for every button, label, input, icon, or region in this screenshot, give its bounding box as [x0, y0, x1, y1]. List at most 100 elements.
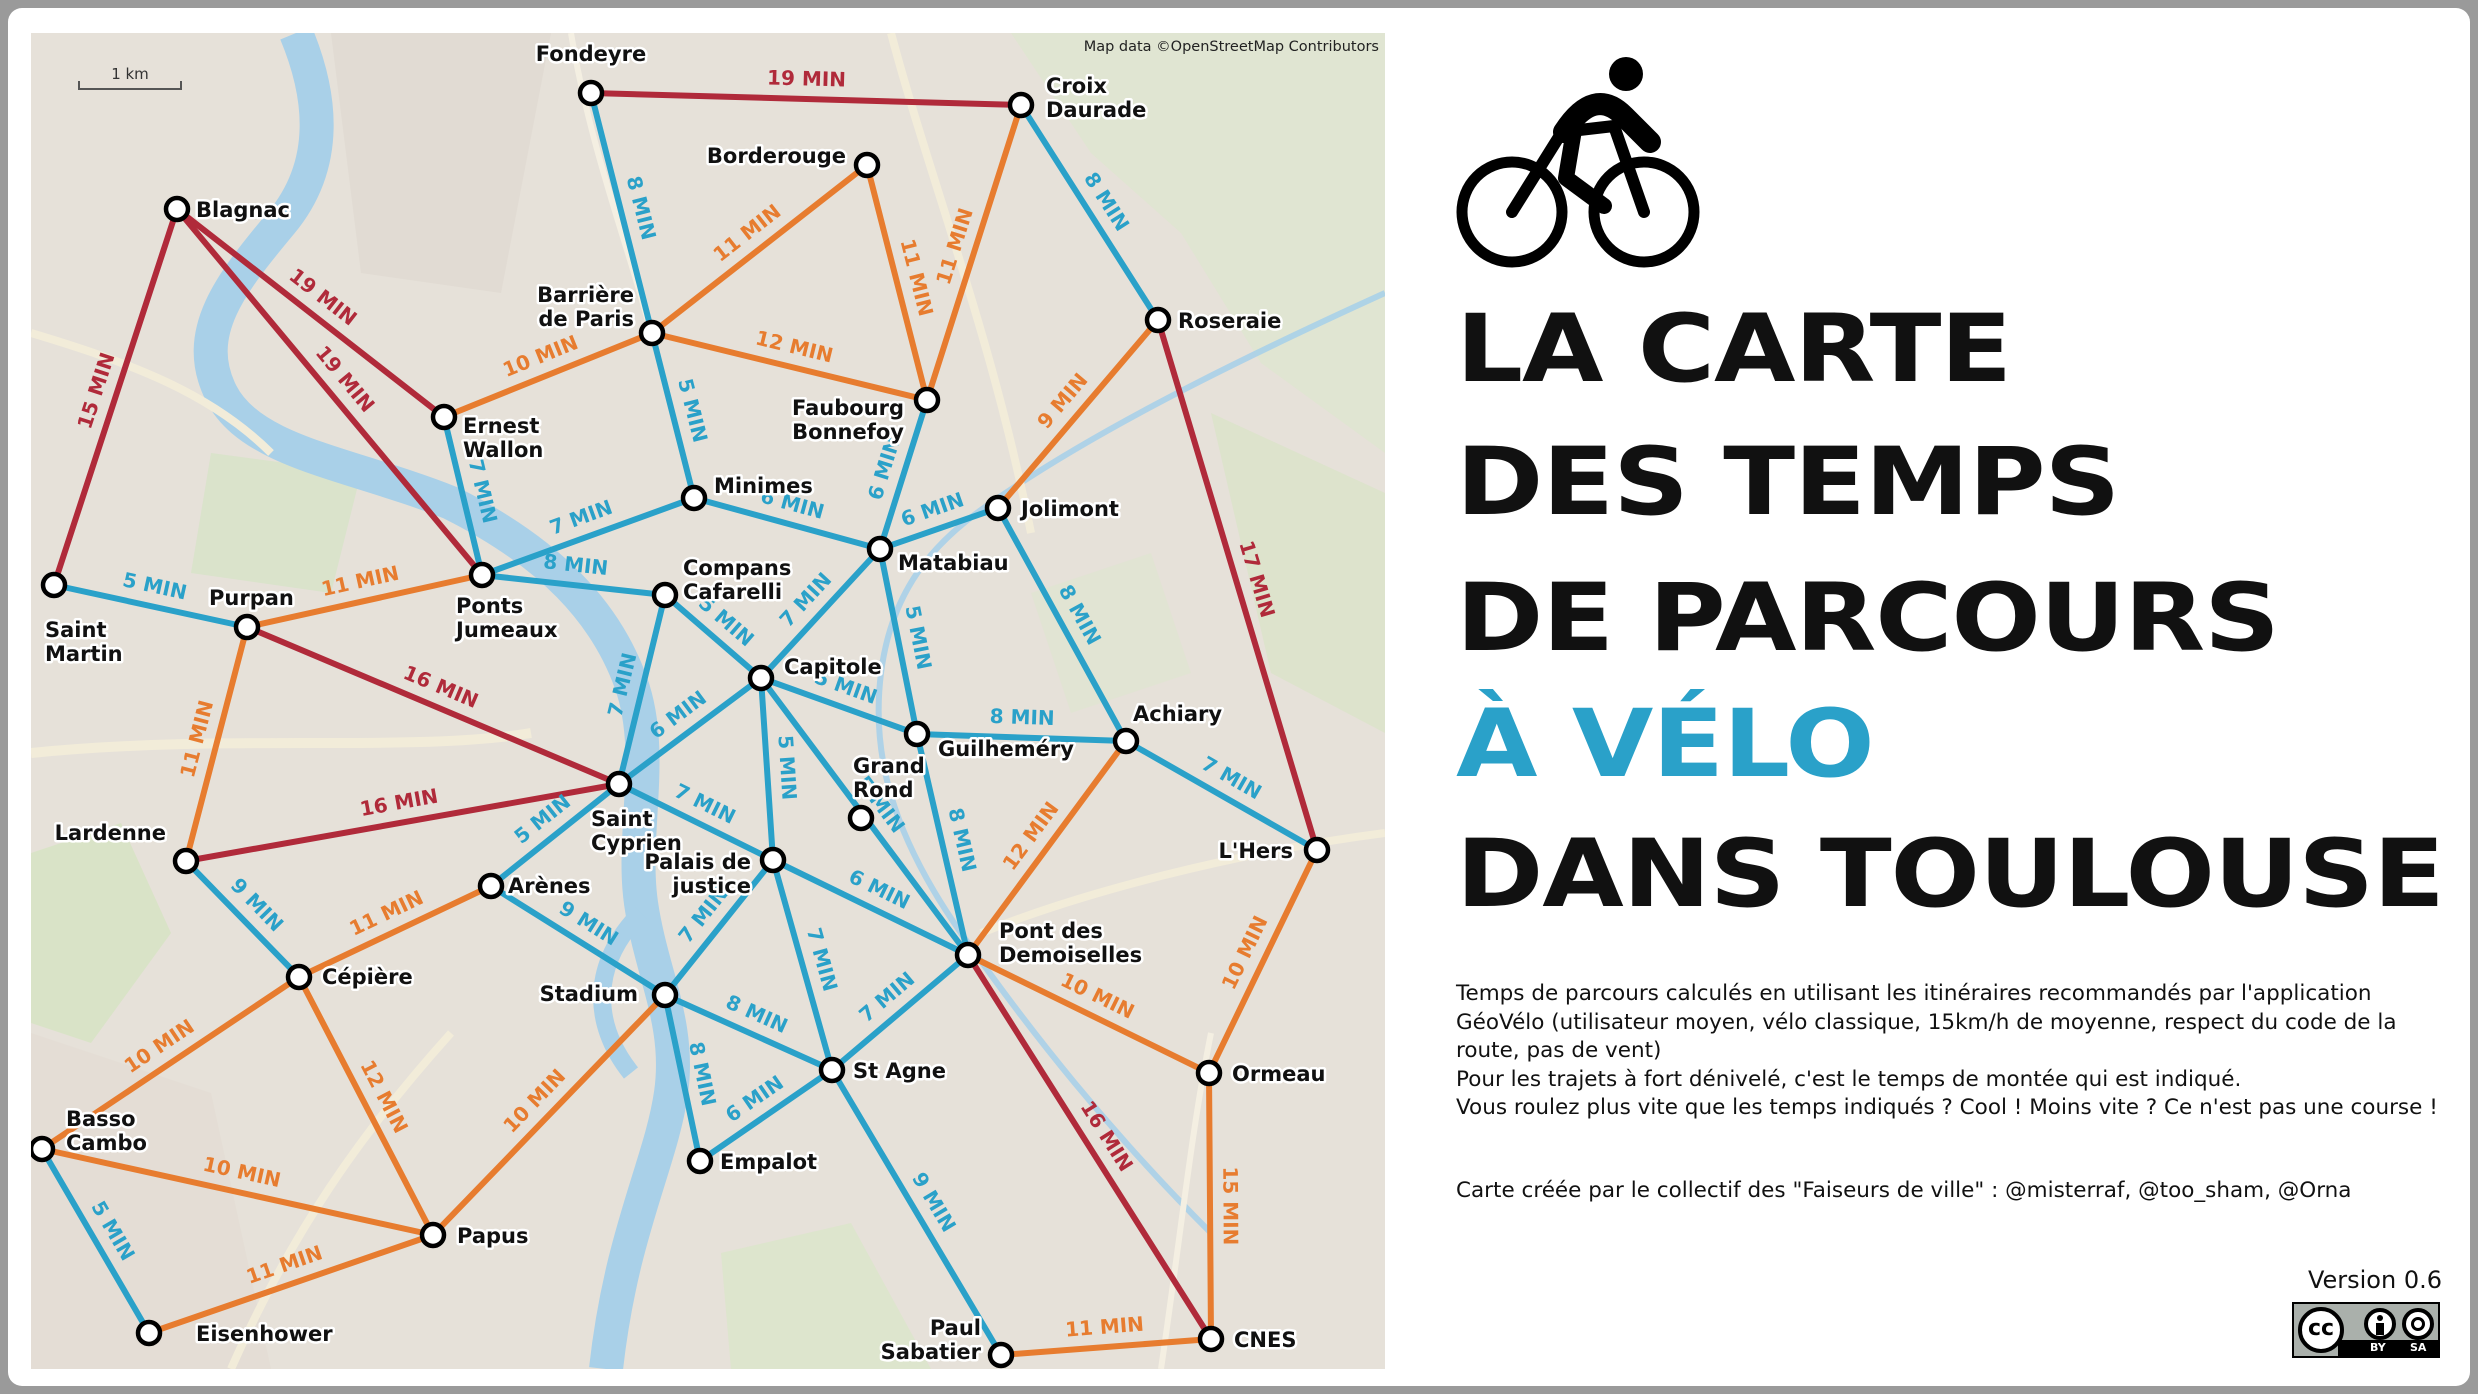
station-achiary[interactable] — [1112, 727, 1140, 755]
station-fondeyre[interactable] — [577, 79, 605, 107]
station-label-lherse: L'Hers — [1219, 839, 1293, 863]
station-roseraie[interactable] — [1144, 306, 1172, 334]
station-label-line: Jolimont — [1019, 497, 1119, 521]
station-saint-martin[interactable] — [40, 571, 68, 599]
station-label-line: Demoiselles — [999, 943, 1142, 967]
station-capitole[interactable] — [747, 664, 775, 692]
cc-by-sa-icon[interactable]: cc BY SA — [2292, 1302, 2440, 1358]
station-guilhemery[interactable] — [903, 720, 931, 748]
station-papus[interactable] — [419, 1221, 447, 1249]
station-croix[interactable] — [1007, 91, 1035, 119]
station-eisenhower[interactable] — [135, 1319, 163, 1347]
station-lherse[interactable] — [1303, 836, 1331, 864]
title-line-1: LA CARTE — [1456, 295, 2012, 404]
station-label-purpan: Purpan — [209, 586, 294, 610]
station-arenes[interactable] — [477, 872, 505, 900]
station-saint-cyprien[interactable] — [605, 770, 633, 798]
station-label-papus: Papus — [457, 1224, 528, 1248]
link-ormeau-cnes[interactable] — [1206, 1070, 1214, 1342]
station-label-lardenne: Lardenne — [55, 821, 166, 845]
station-purpan[interactable] — [233, 613, 261, 641]
station-label-line: Guilheméry — [938, 737, 1074, 761]
station-label-line: Sabatier — [881, 1340, 982, 1364]
station-label-line: de Paris — [538, 307, 634, 331]
station-ponts[interactable] — [468, 561, 496, 589]
station-ernest[interactable] — [430, 403, 458, 431]
station-ormeau[interactable] — [1195, 1059, 1223, 1087]
poster: 1 km Map data ©OpenStreetMap Contributor… — [8, 8, 2470, 1386]
link-time-fondeyre-croix: 19 MIN — [767, 65, 847, 91]
station-label-matabiau: Matabiau — [898, 551, 1009, 575]
station-borderouge[interactable] — [853, 151, 881, 179]
title-line-3: DE PARCOURS — [1456, 564, 2280, 673]
station-label-line: Palais de — [644, 850, 751, 874]
station-label-line: Purpan — [209, 586, 294, 610]
station-label-line: Saint — [591, 807, 652, 831]
station-pont-dem[interactable] — [954, 941, 982, 969]
description-method: Temps de parcours calculés en utilisant … — [1456, 981, 2397, 1063]
station-matabiau[interactable] — [866, 535, 894, 563]
cc-icon: cc — [2298, 1307, 2344, 1353]
station-label-line: CNES — [1234, 1328, 1296, 1352]
license-by: BY — [2370, 1341, 2386, 1354]
station-barriere[interactable] — [638, 319, 666, 347]
station-label-line: Arènes — [508, 874, 591, 898]
station-label-blagnac: Blagnac — [196, 198, 290, 222]
title-line-2: DES TEMPS — [1456, 428, 2120, 537]
station-paul[interactable] — [987, 1341, 1015, 1369]
station-label-line: Pont des — [999, 919, 1103, 943]
station-label-line: Paul — [930, 1316, 981, 1340]
station-lardenne[interactable] — [172, 847, 200, 875]
station-basso[interactable] — [31, 1135, 56, 1163]
station-label-ormeau: Ormeau — [1232, 1062, 1325, 1086]
title-line-4: À VÉLO — [1456, 690, 1875, 799]
station-label-line: Croix — [1046, 74, 1107, 98]
station-label-line: Cambo — [66, 1131, 147, 1155]
bicycle-rider-icon — [1456, 57, 1700, 268]
station-compans[interactable] — [651, 581, 679, 609]
station-label-minimes: Minimes — [714, 474, 813, 498]
station-label-jolimont: Jolimont — [1019, 497, 1119, 521]
station-label-line: Capitole — [784, 655, 882, 679]
map-panel[interactable]: 1 km Map data ©OpenStreetMap Contributor… — [31, 33, 1385, 1369]
station-faubourg[interactable] — [913, 386, 941, 414]
station-label-capitole: Capitole — [784, 655, 882, 679]
station-jolimont[interactable] — [984, 494, 1012, 522]
station-label-basso: Basso Cambo — [66, 1107, 147, 1155]
station-label-stadium: Stadium — [540, 982, 638, 1006]
station-stadium[interactable] — [651, 981, 679, 1009]
station-label-st-agne: St Agne — [853, 1059, 946, 1083]
station-grand-rond[interactable] — [847, 804, 875, 832]
station-label-line: Stadium — [540, 982, 638, 1006]
station-label-empalot: Empalot — [720, 1150, 817, 1174]
description: Temps de parcours calculés en utilisant … — [1456, 980, 2456, 1123]
station-label-line: Bonnefoy — [792, 420, 904, 444]
station-label-line: Papus — [457, 1224, 528, 1248]
station-label-cepiere: Cépière — [322, 965, 413, 989]
station-blagnac[interactable] — [163, 195, 191, 223]
station-label-line: Ormeau — [1232, 1062, 1325, 1086]
station-label-line: Ponts — [456, 594, 523, 618]
station-label-faubourg: Faubourg Bonnefoy — [792, 396, 904, 444]
link-time-capitole-palais: 5 MIN — [773, 734, 801, 800]
station-label-barriere: Barrière de Paris — [537, 283, 634, 331]
station-label-line: Blagnac — [196, 198, 290, 222]
station-label-line: Wallon — [463, 438, 543, 462]
station-cnes[interactable] — [1197, 1325, 1225, 1353]
version-label: Version 0.6 — [2307, 1266, 2442, 1294]
station-minimes[interactable] — [680, 484, 708, 512]
station-label-line: Cafarelli — [683, 580, 782, 604]
link-time-ormeau-cnes: 15 MIN — [1218, 1166, 1243, 1245]
station-label-line: Grand — [853, 754, 925, 778]
station-st-agne[interactable] — [818, 1056, 846, 1084]
station-cepiere[interactable] — [285, 963, 313, 991]
station-label-line: Eisenhower — [196, 1322, 333, 1346]
station-label-line: Lardenne — [55, 821, 166, 845]
station-empalot[interactable] — [686, 1147, 714, 1175]
station-palais[interactable] — [759, 846, 787, 874]
station-label-line: St Agne — [853, 1059, 946, 1083]
transit-time-map: 1 km Map data ©OpenStreetMap Contributor… — [31, 33, 1385, 1369]
legend-panel: LA CARTE DES TEMPS DE PARCOURS À VÉLO DA… — [1428, 8, 2470, 1386]
station-label-line: Minimes — [714, 474, 813, 498]
station-label-arenes: Arènes — [508, 874, 591, 898]
